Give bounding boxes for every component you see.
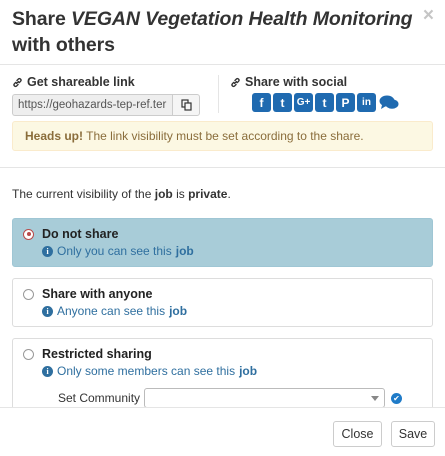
share-row: Get shareable link https://geohazards-te… [12, 75, 433, 116]
alert-divider [0, 167, 445, 168]
option-desc-entity: job [175, 244, 194, 258]
radio-share-with-anyone[interactable] [23, 288, 34, 300]
alert-text: The link visibility must be set accordin… [83, 129, 364, 143]
option-desc-text: Anyone can see this [57, 304, 166, 318]
title-item-name: VEGAN Vegetation Health Monitoring [71, 8, 413, 30]
visibility-state: private [188, 187, 228, 201]
community-select[interactable] [144, 388, 386, 408]
shareable-link-heading: Get shareable link [12, 75, 207, 89]
section-separator [218, 75, 219, 113]
visibility-suffix: . [227, 187, 231, 201]
option-share-with-anyone[interactable]: Share with anyone i Anyone can see this … [12, 278, 433, 327]
visibility-entity: job [154, 187, 173, 201]
option-head: Do not share [23, 227, 422, 241]
dialog-title: Share VEGAN Vegetation Health Monitoring… [12, 6, 431, 58]
google-plus-icon[interactable]: G+ [294, 93, 313, 112]
info-icon: i [42, 245, 53, 257]
option-head: Restricted sharing [23, 347, 422, 361]
link-icon [13, 77, 22, 87]
option-restricted-sharing[interactable]: Restricted sharing i Only some members c… [12, 338, 433, 418]
radio-do-not-share[interactable] [23, 228, 34, 240]
community-row: Set Community ✔ [58, 388, 422, 408]
facebook-icon[interactable]: f [252, 93, 271, 112]
check-circle-icon[interactable]: ✔ [391, 392, 403, 404]
shareable-link-label: Get shareable link [27, 75, 135, 89]
shareable-link-section: Get shareable link https://geohazards-te… [12, 75, 207, 116]
option-description: i Anyone can see this job [42, 304, 422, 318]
linkedin-icon[interactable]: in [357, 93, 376, 112]
title-suffix: with others [12, 34, 115, 56]
visibility-prefix: The current visibility of the [12, 187, 155, 201]
social-share-section: Share with social f t G+ t P in [230, 75, 400, 112]
close-button[interactable]: Close [333, 421, 382, 447]
visibility-middle: is [172, 187, 189, 201]
option-desc-entity: job [239, 364, 258, 378]
tumblr-icon[interactable]: t [315, 93, 334, 112]
radio-restricted-sharing[interactable] [23, 348, 34, 360]
option-desc-text: Only you can see this [57, 244, 172, 258]
option-description: i Only you can see this job [42, 244, 422, 258]
title-prefix: Share [12, 8, 72, 30]
pinterest-icon[interactable]: P [336, 93, 355, 112]
option-label: Restricted sharing [42, 347, 152, 361]
option-head: Share with anyone [23, 287, 422, 301]
social-share-label: Share with social [245, 75, 348, 89]
dialog-footer: Close Save [0, 407, 445, 456]
info-icon: i [42, 305, 53, 317]
link-icon [231, 77, 240, 87]
social-share-heading: Share with social [230, 75, 400, 89]
comments-icon[interactable] [378, 93, 400, 112]
shareable-link-input[interactable]: https://geohazards-tep-ref.ter [12, 94, 172, 116]
save-button[interactable]: Save [391, 421, 435, 447]
option-desc-text: Only some members can see this [57, 364, 236, 378]
link-input-group: https://geohazards-tep-ref.ter [12, 94, 207, 116]
community-label: Set Community [58, 391, 141, 405]
clipboard-icon [180, 99, 192, 111]
option-do-not-share[interactable]: Do not share i Only you can see this job [12, 218, 433, 267]
comments-glyph [379, 95, 399, 109]
current-visibility-text: The current visibility of the job is pri… [12, 187, 231, 201]
option-description: i Only some members can see this job [42, 364, 422, 378]
copy-link-button[interactable] [172, 94, 200, 116]
chevron-down-icon [371, 396, 380, 401]
option-label: Share with anyone [42, 287, 153, 301]
alert-strong: Heads up! [25, 129, 84, 143]
social-icons: f t G+ t P in [230, 93, 400, 112]
info-icon: i [42, 365, 53, 377]
option-label: Do not share [42, 227, 119, 241]
twitter-icon[interactable]: t [273, 93, 292, 112]
header-divider [0, 64, 445, 65]
dialog-header: Share VEGAN Vegetation Health Monitoring… [0, 0, 445, 58]
close-dialog-icon[interactable]: × [423, 6, 434, 25]
visibility-warning-alert: Heads up! The link visibility must be se… [12, 121, 433, 151]
option-desc-entity: job [169, 304, 188, 318]
